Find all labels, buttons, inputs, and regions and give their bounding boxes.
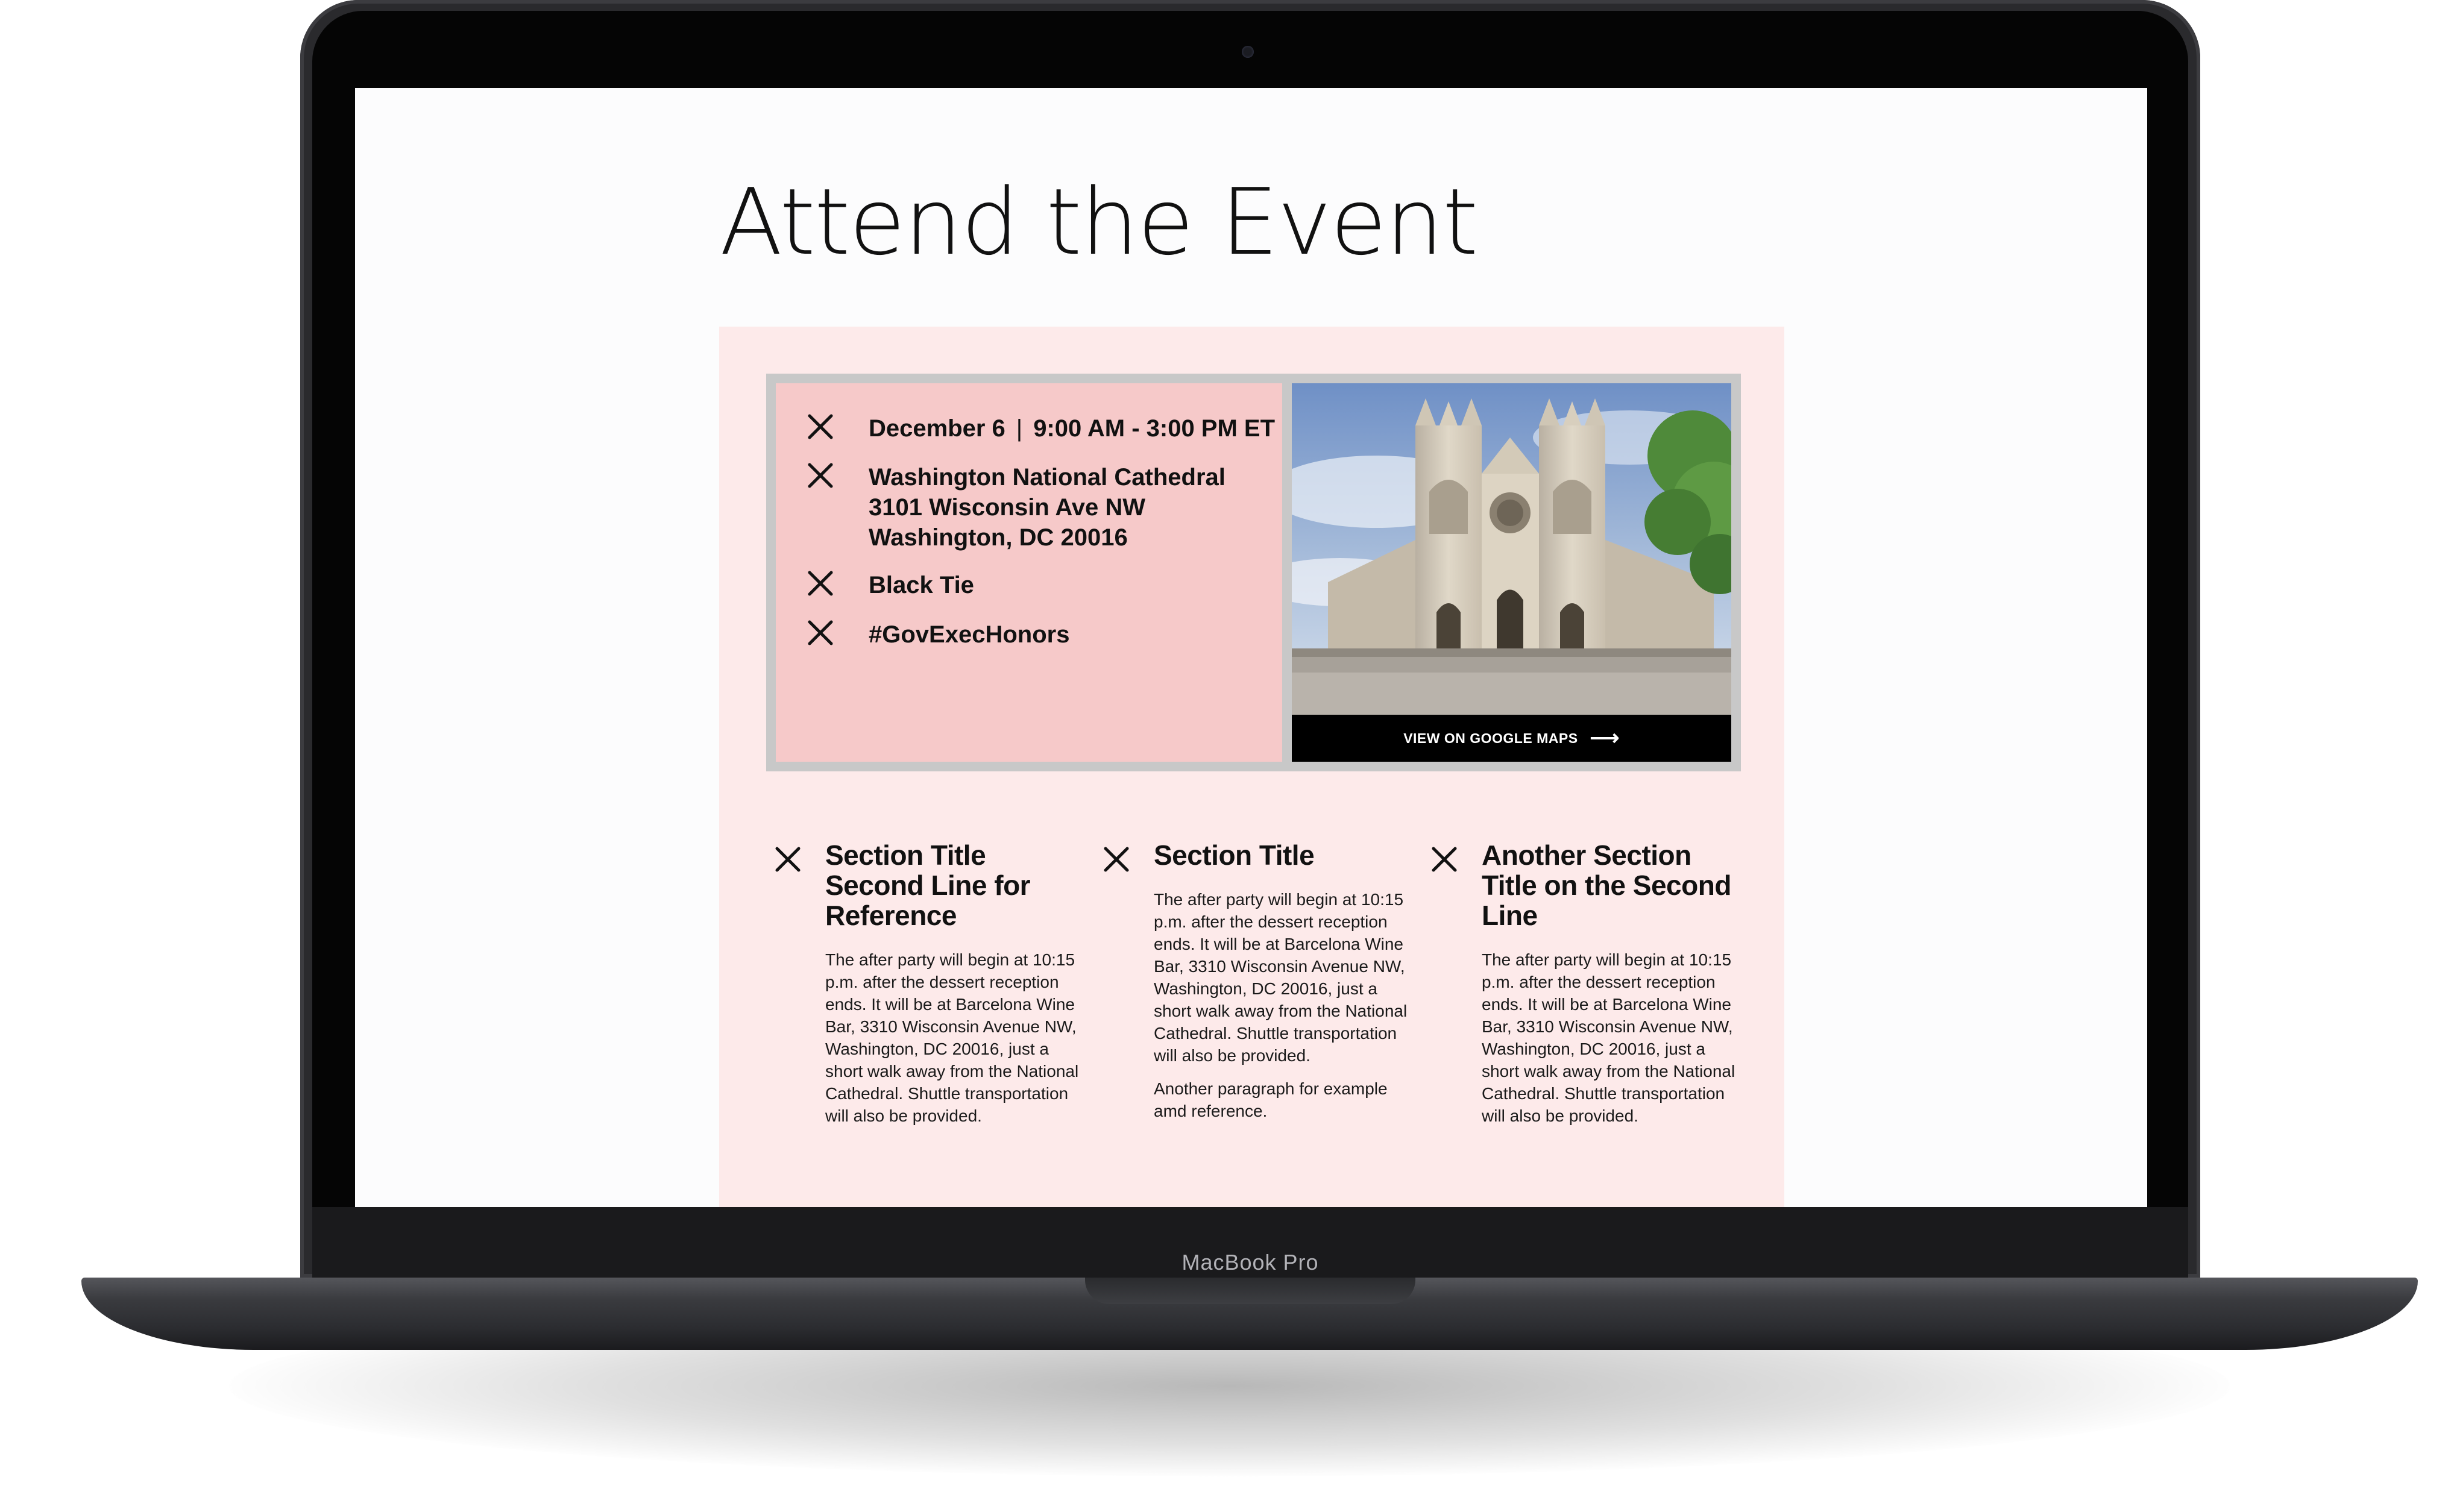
date-time-row: December 6 | 9:00 AM - 3:00 PM ET [805,411,1275,444]
section-title: Section Title [1154,839,1315,871]
close-x-icon [808,463,833,488]
venue-map-card[interactable]: VIEW ON GOOGLE MAPS ⟶ [1292,383,1731,762]
venue-row: Washington National Cathedral 3101 Wisco… [805,460,1226,553]
close-x-icon [808,414,833,439]
event-date: December 6 [869,415,1005,442]
view-on-google-maps-link[interactable]: VIEW ON GOOGLE MAPS ⟶ [1292,715,1731,762]
section-title: Another Section Title on the Second Line [1482,839,1731,931]
venue-name: Washington National Cathedral [869,464,1226,491]
device-label: MacBook Pro [1181,1250,1319,1275]
section-body: The after party will begin at 10:15 p.m.… [1482,949,1741,1138]
cathedral-photo [1292,383,1731,715]
laptop-lid-notch [1085,1278,1415,1304]
hashtag-row: #GovExecHonors [805,617,1069,650]
dress-code-row: Black Tie [805,568,974,600]
date-time-separator: | [1016,415,1023,442]
page-title: Attend the Event [720,169,1478,275]
event-time: 9:00 AM - 3:00 PM ET [1033,415,1276,442]
event-hashtag: #GovExecHonors [869,621,1070,648]
close-x-icon [1432,847,1457,872]
close-x-icon [808,571,833,596]
venue-city: Washington, DC 20016 [869,524,1128,551]
close-x-icon [775,847,801,872]
dress-code: Black Tie [869,572,974,598]
event-panel: December 6 | 9:00 AM - 3:00 PM ET Washingt… [719,327,1784,1207]
map-link-label: VIEW ON GOOGLE MAPS [1403,730,1578,746]
close-x-icon [808,620,833,645]
section-paragraph: The after party will begin at 10:15 p.m.… [1154,890,1408,1065]
camera-icon [1242,46,1254,58]
event-info-box: December 6 | 9:00 AM - 3:00 PM ET Washingt… [776,383,1282,762]
section-paragraph: The after party will begin at 10:15 p.m.… [1482,950,1735,1125]
close-x-icon [1104,847,1129,872]
section-paragraph: The after party will begin at 10:15 p.m.… [825,950,1079,1125]
section-body: The after party will begin at 10:15 p.m.… [825,949,1084,1138]
venue-street: 3101 Wisconsin Ave NW [869,494,1146,521]
section-title: Section Title Second Line for Reference [825,839,1031,931]
section-body: The after party will begin at 10:15 p.m.… [1154,888,1413,1133]
arrow-right-icon: ⟶ [1590,727,1620,750]
browser-viewport[interactable]: Attend the Event December 6 | 9:00 AM - 3:… [355,88,2147,1207]
section-paragraph: Another paragraph for example amd refere… [1154,1079,1388,1120]
event-details-card: December 6 | 9:00 AM - 3:00 PM ET Washingt… [766,374,1741,771]
